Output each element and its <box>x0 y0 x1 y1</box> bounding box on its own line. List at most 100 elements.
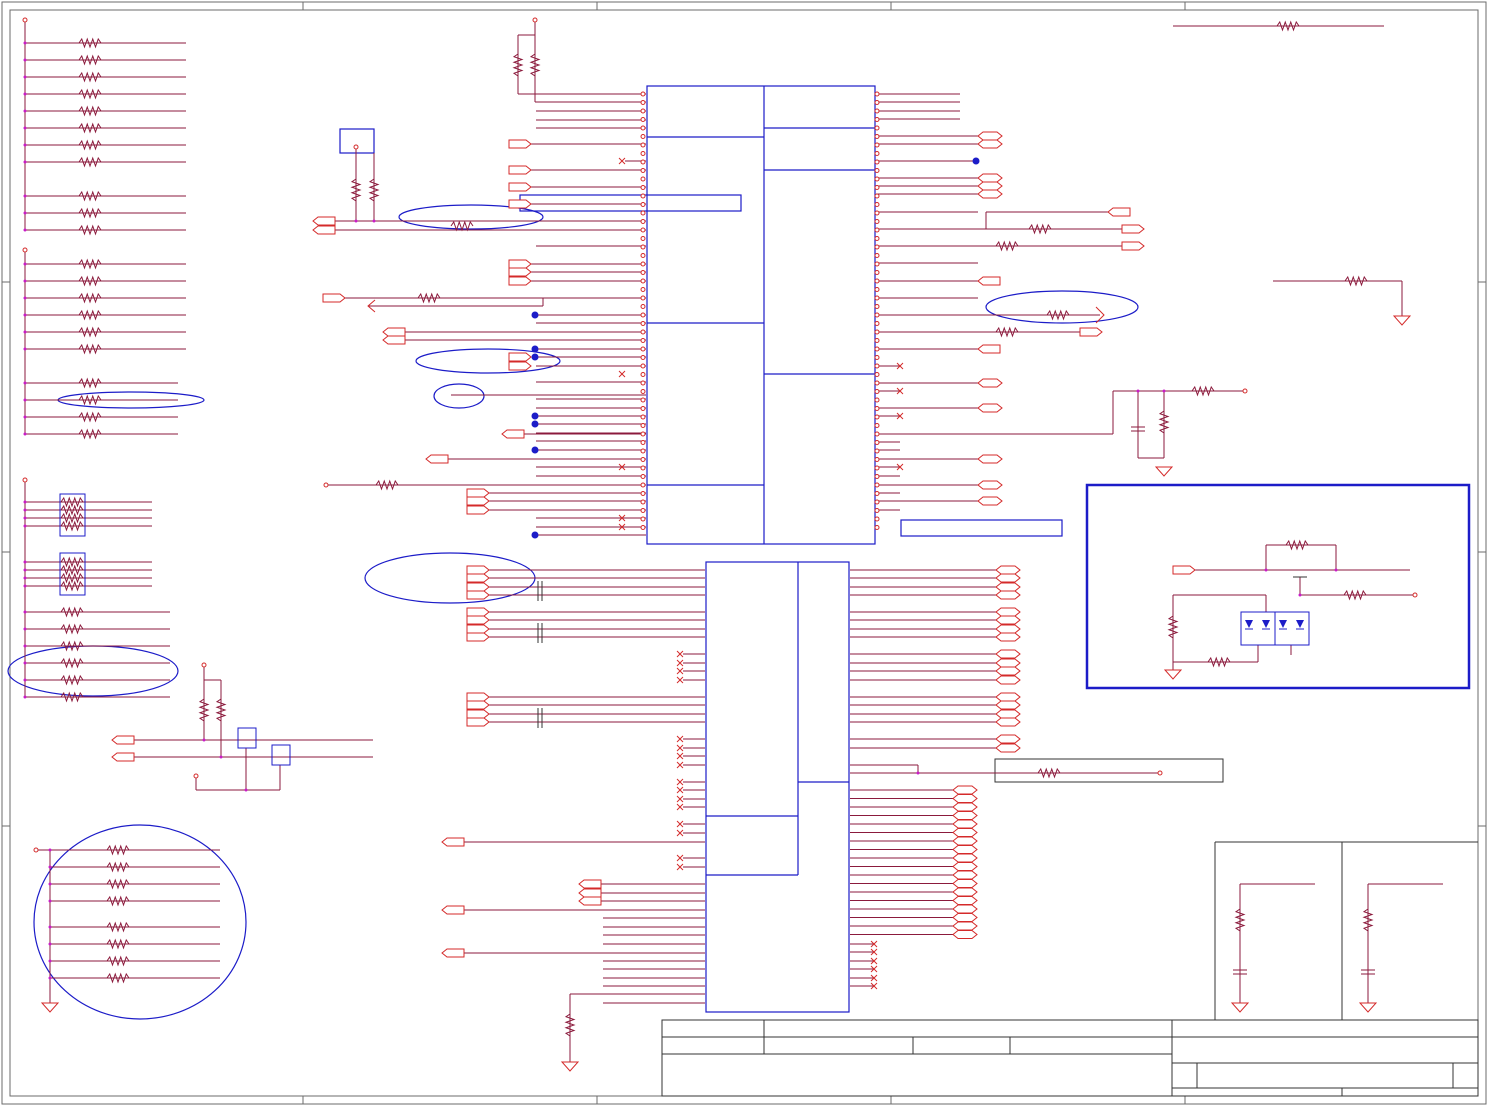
pin-icon <box>874 465 880 471</box>
pin-icon <box>640 491 646 496</box>
pin-icon <box>640 125 646 131</box>
title-block <box>661 841 1479 1097</box>
ground-icon <box>1154 466 1174 477</box>
junction-dot <box>531 420 539 428</box>
no-connect-layer <box>618 157 904 990</box>
net-port-icon <box>508 267 532 277</box>
net-port-icon <box>578 879 602 889</box>
net-port-icon <box>995 624 1021 634</box>
pin-icon <box>640 329 646 335</box>
pin-icon <box>640 465 646 471</box>
pin-icon <box>874 193 880 199</box>
junction-dot <box>23 41 27 45</box>
net-port-icon <box>952 862 978 871</box>
pin-icon <box>640 448 646 454</box>
transistor-icon <box>237 727 257 749</box>
net-port-icon <box>466 700 490 710</box>
junction-dot <box>23 516 27 520</box>
pin-icon <box>640 261 646 267</box>
net-port-icon <box>977 189 1003 199</box>
net-port-icon <box>466 565 490 575</box>
junction-dot <box>23 296 27 300</box>
net-port-icon <box>508 182 532 192</box>
net-port-icon <box>977 496 1003 506</box>
net-port-icon <box>466 607 490 617</box>
junction-dot <box>972 157 980 165</box>
junction-dot <box>23 524 27 528</box>
net-port-icon <box>977 173 1003 183</box>
net-port-icon <box>995 565 1021 575</box>
pin-icon <box>640 142 646 148</box>
net-port-icon <box>952 811 978 820</box>
diode-icon <box>1245 620 1253 628</box>
net-port-icon <box>995 717 1021 727</box>
junction-dot <box>23 560 27 564</box>
pin-icon <box>353 144 359 150</box>
pin-icon <box>22 247 28 253</box>
pin-icon <box>874 406 880 411</box>
ground-icon <box>1392 315 1412 326</box>
junction-dot <box>23 678 27 682</box>
net-port-icon <box>995 632 1021 642</box>
pin-icon <box>640 227 646 233</box>
pin-icon <box>640 474 646 479</box>
net-port-icon <box>466 590 490 600</box>
net-port-icon <box>952 896 978 905</box>
net-port-icon <box>977 181 1003 191</box>
pin-icon <box>640 414 646 420</box>
pin-icon <box>640 100 646 105</box>
junction-dot <box>23 576 27 580</box>
net-port-icon <box>995 573 1021 583</box>
pin-icon <box>874 440 880 445</box>
pin-icon <box>1412 592 1418 598</box>
net-port-icon <box>995 666 1021 676</box>
pin-icon <box>193 773 199 779</box>
net-port-icon <box>466 624 490 634</box>
ground-icon <box>1163 669 1183 680</box>
net-port-icon <box>995 692 1021 702</box>
pin-icon <box>640 389 646 394</box>
pin-icon <box>874 355 880 360</box>
pin-icon <box>874 457 880 462</box>
pin-icon <box>874 414 880 420</box>
junction-dot <box>23 126 27 130</box>
pin-icon <box>640 185 646 190</box>
net-port-icon <box>508 165 532 175</box>
resistor-layer <box>60 20 1374 1037</box>
pin-icon <box>874 151 880 156</box>
junction-dot <box>1264 568 1268 572</box>
pin-icon <box>874 261 880 267</box>
junction-dot <box>23 695 27 699</box>
pin-icon <box>640 304 646 309</box>
junction-dot <box>23 228 27 232</box>
pin-icon <box>874 397 880 403</box>
pin-icon <box>640 516 646 522</box>
pin-icon <box>640 440 646 445</box>
junction-dot <box>48 925 52 929</box>
pin-icon <box>640 117 646 122</box>
net-port-icon <box>995 675 1021 685</box>
net-port-icon <box>1107 207 1131 217</box>
pin-icon <box>640 338 646 343</box>
pin-icon <box>640 210 646 216</box>
net-port-icon <box>382 327 406 337</box>
ground-icon <box>1358 1002 1378 1013</box>
junction-dot <box>531 345 539 353</box>
junction-dot <box>23 627 27 631</box>
net-port-icon <box>466 717 490 727</box>
ic-u2-outline <box>705 561 850 1013</box>
net-port-icon <box>995 658 1021 668</box>
pin-icon <box>640 355 646 360</box>
net-port-icon <box>995 709 1021 719</box>
junction-dot <box>23 92 27 96</box>
pin-icon <box>874 236 880 241</box>
pin-icon <box>874 474 880 479</box>
junction-dot <box>23 610 27 614</box>
net-port-icon <box>1172 565 1196 575</box>
junction-dot <box>23 347 27 351</box>
net-port-icon <box>952 794 978 803</box>
pin-icon <box>640 363 646 369</box>
net-port-icon <box>977 131 1003 141</box>
net-port-icon <box>952 921 978 931</box>
net-port-icon <box>977 403 1003 413</box>
